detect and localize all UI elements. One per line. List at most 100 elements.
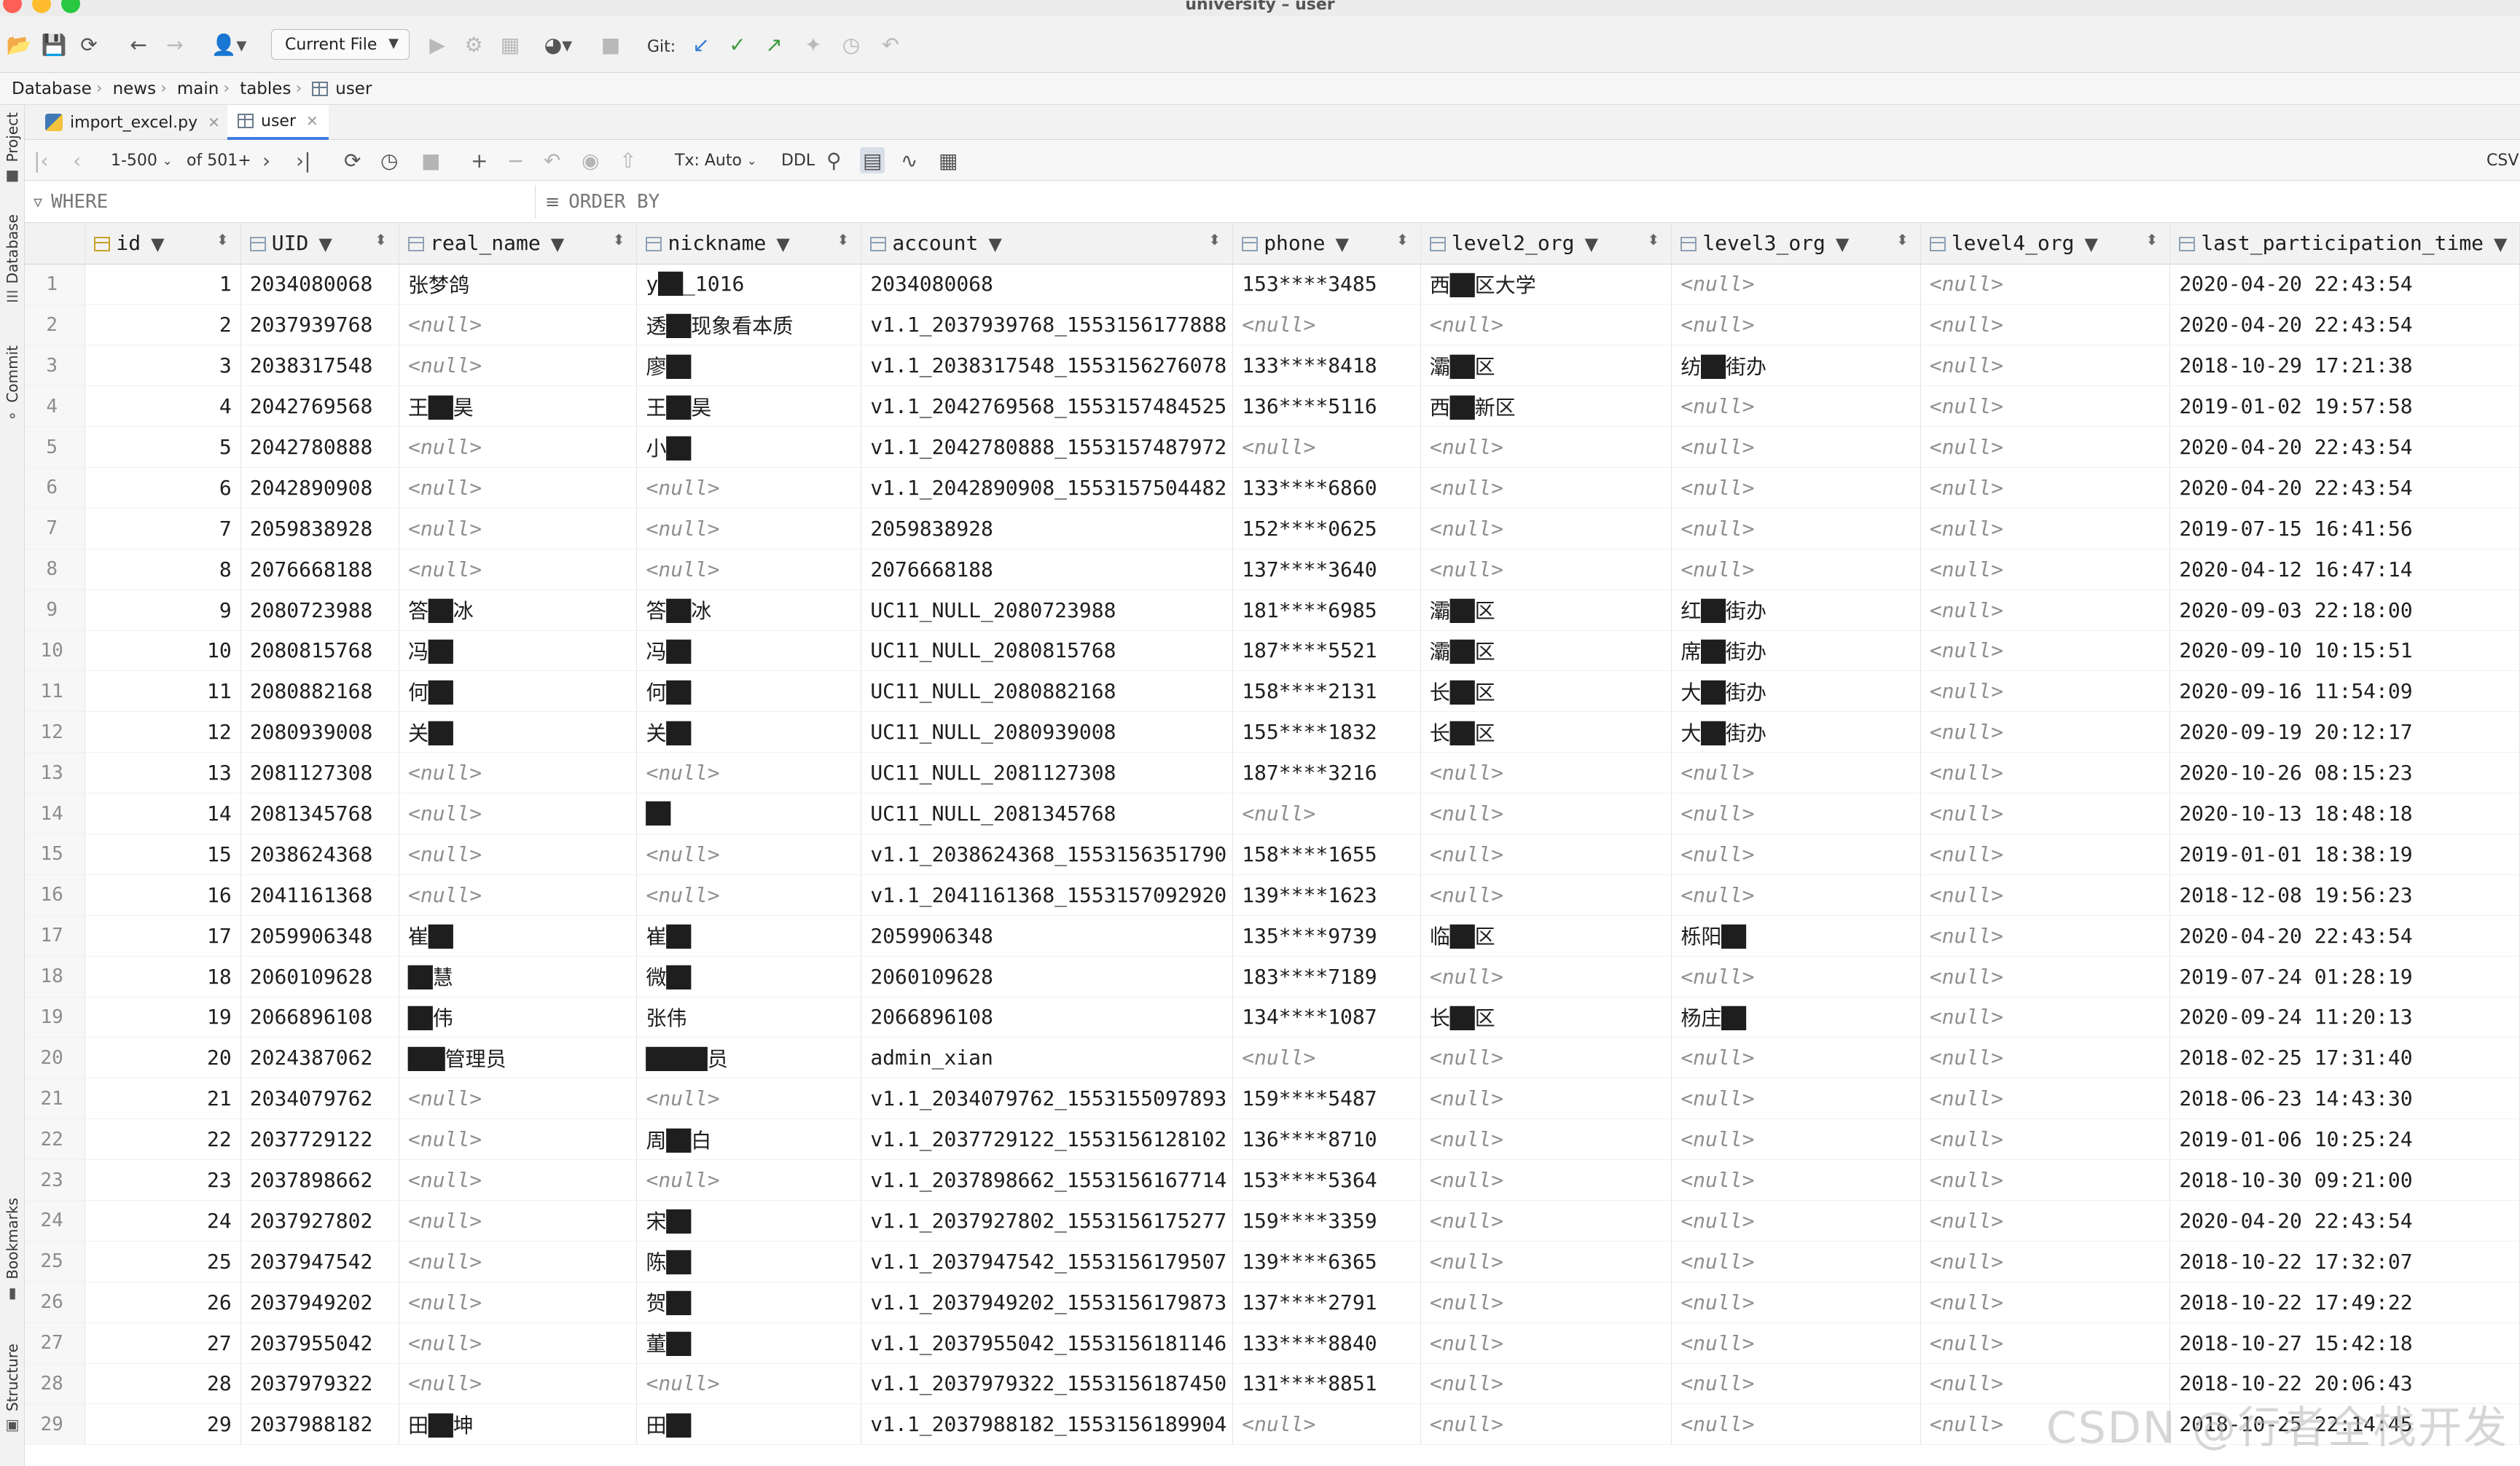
row-number[interactable]: 5 [25, 426, 86, 468]
cell-level3-org[interactable]: <null> [1671, 1282, 1921, 1323]
cell-level2-org[interactable]: 长██区 [1420, 997, 1672, 1038]
run-configuration-select[interactable]: Current File ▼ [271, 29, 410, 60]
cell-real-name[interactable]: 何██ [399, 670, 638, 713]
sort-icon[interactable]: ⬍ [216, 231, 229, 248]
cell-level3-org[interactable]: <null> [1671, 264, 1921, 305]
first-page-icon[interactable]: |‹ [34, 147, 49, 173]
commit-tool-tab[interactable]: Commit ⚬ [0, 345, 25, 425]
column-filter-icon[interactable]: ▼ [2494, 234, 2507, 254]
cell-last-participation-time[interactable]: 2020-04-20 22:43:54 [2169, 264, 2520, 305]
cell-id[interactable]: 16 [85, 874, 241, 916]
cell-phone[interactable]: 159****5487 [1232, 1078, 1421, 1120]
cell-uid[interactable]: 2037939768 [240, 304, 400, 346]
cell-nickname[interactable]: 田██ [636, 1403, 862, 1446]
cell-level3-org[interactable]: 红██街办 [1671, 589, 1921, 631]
cell-phone[interactable]: <null> [1232, 1403, 1421, 1446]
cell-real-name[interactable]: 崔██ [399, 915, 638, 957]
cell-nickname[interactable]: <null> [636, 1159, 862, 1201]
row-number[interactable]: 1 [25, 264, 86, 305]
cell-phone[interactable]: 155****1832 [1232, 711, 1421, 753]
row-number[interactable]: 18 [25, 956, 86, 997]
compare-icon[interactable]: ▦ [939, 147, 958, 173]
cell-last-participation-time[interactable]: 2018-10-29 17:21:38 [2169, 345, 2520, 387]
cell-phone[interactable]: 136****5116 [1232, 385, 1421, 428]
cell-level2-org[interactable]: 西██区大学 [1420, 264, 1672, 305]
cell-nickname[interactable]: <null> [636, 874, 862, 916]
cell-last-participation-time[interactable]: 2018-06-23 14:43:30 [2169, 1078, 2520, 1120]
cell-level2-org[interactable]: <null> [1420, 874, 1672, 916]
cell-level2-org[interactable]: 长██区 [1420, 711, 1672, 753]
open-folder-icon[interactable]: 📂 [6, 31, 32, 58]
debug-icon[interactable]: ⚙ [461, 31, 487, 58]
cell-phone[interactable]: 139****1623 [1232, 874, 1421, 916]
cell-real-name[interactable]: ███管理员 [399, 1037, 638, 1079]
column-filter-icon[interactable]: ▼ [988, 234, 1001, 254]
cell-id[interactable]: 4 [85, 385, 241, 428]
stop-icon[interactable]: ■ [598, 31, 624, 58]
cell-level4-org[interactable]: <null> [1920, 670, 2171, 713]
cell-phone[interactable]: 183****7189 [1232, 956, 1421, 997]
cell-uid[interactable]: 2037979322 [240, 1363, 400, 1405]
cell-level4-org[interactable]: <null> [1920, 874, 2171, 916]
cell-real-name[interactable]: <null> [399, 1282, 638, 1323]
row-number[interactable]: 9 [25, 589, 86, 631]
cell-id[interactable]: 6 [85, 467, 241, 509]
git-push-icon[interactable]: ↗ [761, 31, 787, 58]
cell-account[interactable]: v1.1_2038317548_1553156276078 [861, 345, 1234, 387]
cell-level4-org[interactable]: <null> [1920, 752, 2171, 794]
cell-level3-org[interactable]: <null> [1671, 752, 1921, 794]
cell-phone[interactable]: <null> [1232, 1037, 1421, 1079]
table-row[interactable]: 26 26 2037949202 <null> 贺██ v1.1_2037949202_1… [25, 1282, 2520, 1323]
table-row[interactable]: 6 6 2042890908 <null> <null> v1.1_2042890908_… [25, 467, 2520, 509]
cell-level4-org[interactable]: <null> [1920, 264, 2171, 305]
cell-real-name[interactable]: ██伟 [399, 997, 638, 1038]
cell-level2-org[interactable]: <null> [1420, 752, 1672, 794]
row-number[interactable]: 16 [25, 874, 86, 916]
cell-level4-org[interactable]: <null> [1920, 1118, 2171, 1161]
cell-real-name[interactable]: 张梦鸽 [399, 264, 638, 305]
cell-level2-org[interactable]: <null> [1420, 426, 1672, 468]
git-branches-icon[interactable]: ✦ [800, 31, 826, 58]
cell-id[interactable]: 28 [85, 1363, 241, 1405]
row-number[interactable]: 6 [25, 467, 86, 509]
cell-level2-org[interactable]: <null> [1420, 793, 1672, 834]
cell-id[interactable]: 15 [85, 834, 241, 875]
cell-uid[interactable]: 2042769568 [240, 385, 400, 428]
column-header-uid[interactable]: UID ▼ ⬍ [240, 223, 400, 264]
cell-last-participation-time[interactable]: 2018-10-30 09:21:00 [2169, 1159, 2520, 1201]
table-row[interactable]: 17 17 2059906348 崔██ 崔██ 2059906348 135****973… [25, 915, 2520, 957]
cell-id[interactable]: 7 [85, 508, 241, 549]
cell-level2-org[interactable]: 临██区 [1420, 915, 1672, 957]
cell-last-participation-time[interactable]: 2020-10-13 18:48:18 [2169, 793, 2520, 834]
cell-level3-org[interactable]: 杨庄██ [1671, 997, 1921, 1038]
table-row[interactable]: 11 11 2080882168 何██ 何██ UC11_NULL_2080882168… [25, 670, 2520, 713]
breadcrumb-user[interactable]: user [312, 79, 372, 98]
row-number[interactable]: 26 [25, 1282, 86, 1323]
cell-account[interactable]: v1.1_2034079762_1553155097893 [861, 1078, 1234, 1120]
cell-last-participation-time[interactable]: 2020-09-24 11:20:13 [2169, 997, 2520, 1038]
cell-id[interactable]: 14 [85, 793, 241, 834]
cell-level2-org[interactable]: <null> [1420, 1078, 1672, 1120]
row-number[interactable]: 2 [25, 304, 86, 346]
cell-id[interactable]: 29 [85, 1403, 241, 1446]
column-header-last-participation-time[interactable]: last_participation_time ▼ [2169, 223, 2520, 264]
cell-level3-org[interactable]: <null> [1671, 1118, 1921, 1161]
cell-nickname[interactable]: <null> [636, 1363, 862, 1405]
cell-real-name[interactable]: <null> [399, 426, 638, 468]
cell-account[interactable]: v1.1_2037947542_1553156179507 [861, 1241, 1234, 1282]
table-row[interactable]: 16 16 2041161368 <null> <null> v1.1_204116136… [25, 874, 2520, 916]
close-icon[interactable]: ✕ [208, 114, 220, 131]
value-editor-icon[interactable]: ▤ [860, 147, 885, 173]
table-row[interactable]: 3 3 2038317548 <null> 廖██ v1.1_2038317548_155… [25, 345, 2520, 387]
cell-nickname[interactable]: <null> [636, 834, 862, 875]
cell-id[interactable]: 1 [85, 264, 241, 305]
tx-mode-select[interactable]: Tx: Auto ⌄ [675, 147, 756, 173]
row-number[interactable]: 19 [25, 997, 86, 1038]
cell-nickname[interactable]: y██_1016 [636, 264, 862, 305]
row-number[interactable]: 22 [25, 1118, 86, 1161]
cell-phone[interactable]: 133****8418 [1232, 345, 1421, 387]
cell-id[interactable]: 11 [85, 670, 241, 713]
cell-uid[interactable]: 2037955042 [240, 1322, 400, 1364]
cell-account[interactable]: UC11_NULL_2080815768 [861, 630, 1234, 672]
cell-level2-org[interactable]: 灞██区 [1420, 589, 1672, 631]
